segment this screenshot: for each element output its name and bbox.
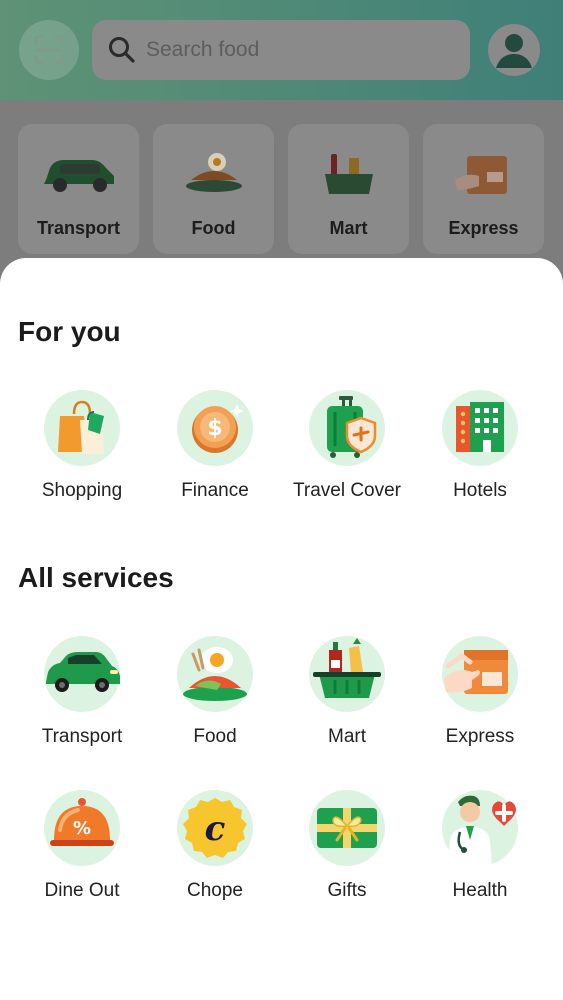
search-icon — [109, 37, 135, 63]
service-travel-cover[interactable]: Travel Cover — [281, 390, 413, 520]
shopping-bags-icon — [44, 390, 120, 466]
service-food[interactable]: Food — [149, 636, 281, 766]
service-transport[interactable]: Transport — [16, 636, 148, 766]
food-plate-icon — [177, 636, 253, 712]
search-input[interactable] — [146, 38, 446, 62]
service-label: Chope — [187, 880, 243, 901]
profile-icon — [496, 34, 532, 68]
background-screen: Transport Food Mart — [0, 0, 563, 300]
service-express[interactable]: Express — [414, 636, 546, 766]
service-label: Health — [452, 880, 508, 901]
scan-button[interactable] — [19, 20, 79, 80]
top-service-label: Express — [448, 218, 519, 238]
for-you-title: For you — [18, 316, 121, 347]
coin-icon: $ — [177, 390, 253, 466]
service-label: Express — [445, 726, 515, 747]
service-label: Shopping — [41, 480, 123, 501]
service-label: Travel Cover — [292, 480, 402, 501]
app-header — [0, 0, 563, 100]
top-service-food[interactable]: Food — [153, 124, 274, 254]
service-label: Hotels — [453, 480, 507, 501]
service-label: Finance — [181, 480, 249, 501]
service-mart[interactable]: Mart — [281, 636, 413, 766]
services-bottom-sheet: For you Shopping $ Finance Travel Cover … — [0, 258, 563, 1000]
svg-text:$: $ — [207, 416, 222, 441]
top-services-row: Transport Food Mart Express — [18, 124, 546, 254]
gift-card-icon — [309, 790, 385, 866]
service-label: Transport — [41, 726, 123, 747]
search-bar[interactable] — [92, 20, 470, 80]
hotel-icon — [442, 390, 518, 466]
cloche-icon: % — [44, 790, 120, 866]
scan-icon — [34, 35, 64, 65]
service-shopping[interactable]: Shopping — [16, 390, 148, 520]
car-icon — [44, 636, 120, 712]
service-gifts[interactable]: Gifts — [281, 790, 413, 920]
chope-logo-icon: c — [177, 790, 253, 866]
svg-text:c: c — [205, 809, 226, 849]
service-hotels[interactable]: Hotels — [414, 390, 546, 520]
top-service-label: Food — [191, 218, 236, 238]
service-label: Gifts — [327, 880, 367, 901]
grocery-basket-icon — [288, 150, 409, 200]
top-service-express[interactable]: Express — [423, 124, 544, 254]
doctor-icon — [442, 790, 518, 866]
top-service-label: Transport — [36, 218, 120, 238]
service-health[interactable]: Health — [414, 790, 546, 920]
top-service-transport[interactable]: Transport — [18, 124, 139, 254]
all-services-title: All services — [18, 562, 174, 593]
service-dine-out[interactable]: % Dine Out — [16, 790, 148, 920]
grocery-basket-icon — [309, 636, 385, 712]
service-label: Mart — [328, 726, 366, 747]
service-label: Dine Out — [44, 880, 120, 901]
food-plate-icon — [153, 150, 274, 196]
top-service-mart[interactable]: Mart — [288, 124, 409, 254]
profile-button[interactable] — [488, 24, 540, 76]
service-label: Food — [193, 726, 237, 747]
service-finance[interactable]: $ Finance — [149, 390, 281, 520]
service-chope[interactable]: c Chope — [149, 790, 281, 920]
svg-text:%: % — [73, 818, 91, 839]
car-icon — [18, 150, 139, 196]
parcel-icon — [442, 636, 518, 712]
top-service-label: Mart — [329, 218, 368, 238]
parcel-icon — [423, 150, 544, 200]
luggage-shield-icon — [309, 390, 385, 466]
